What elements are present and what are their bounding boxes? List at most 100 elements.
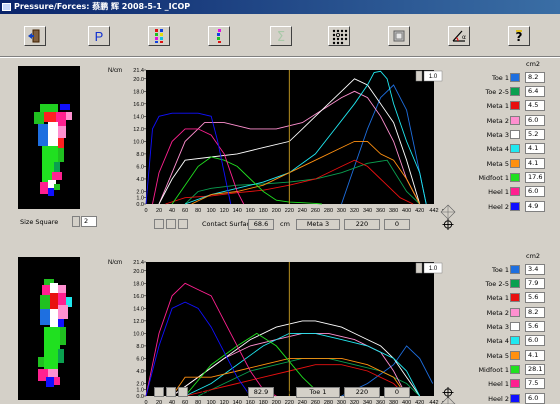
y-tick-label: 4.0 bbox=[136, 369, 144, 375]
zoom-icon[interactable] bbox=[166, 219, 176, 229]
legend-area-value: 3.4 bbox=[525, 264, 545, 275]
x-tick-label: 360 bbox=[376, 208, 385, 214]
y-tick-label: 10.0 bbox=[133, 139, 144, 145]
legend-color-swatch[interactable] bbox=[510, 308, 520, 317]
grid-icon[interactable] bbox=[154, 387, 164, 397]
legend-color-swatch[interactable] bbox=[510, 265, 520, 274]
hand-icon[interactable] bbox=[178, 387, 188, 397]
x-tick-label: 400 bbox=[402, 208, 411, 214]
crosshair-icon[interactable] bbox=[442, 387, 454, 398]
legend-color-swatch[interactable] bbox=[510, 144, 520, 153]
legend-row: Meta 5 4.1 bbox=[478, 350, 548, 361]
size-square-spinner[interactable] bbox=[72, 216, 80, 227]
legend-color-swatch[interactable] bbox=[510, 365, 520, 374]
x-tick-label: 0 bbox=[144, 208, 147, 214]
exit-door-icon bbox=[28, 29, 40, 43]
legend-color-swatch[interactable] bbox=[510, 159, 520, 168]
legend-color-swatch[interactable] bbox=[510, 293, 520, 302]
single-foot-button[interactable] bbox=[208, 26, 230, 46]
legend-region-name: Meta 3 bbox=[486, 131, 509, 139]
foot-pressure-map-top bbox=[18, 66, 80, 209]
x-tick-label: 0 bbox=[144, 400, 147, 404]
y-axis-label: N/cm bbox=[108, 68, 122, 74]
legend-color-swatch[interactable] bbox=[510, 351, 520, 360]
legend-row: Meta 1 4.5 bbox=[478, 100, 548, 111]
x-tick-label: 380 bbox=[389, 208, 398, 214]
frame-button[interactable] bbox=[388, 26, 410, 46]
svg-text:Σ: Σ bbox=[277, 30, 285, 45]
legend-color-swatch[interactable] bbox=[510, 73, 520, 82]
both-feet-button[interactable] bbox=[148, 26, 170, 46]
x-tick-label: 320 bbox=[350, 208, 359, 214]
legend-row: Meta 2 6.0 bbox=[478, 115, 548, 126]
crosshair-icon[interactable] bbox=[442, 219, 454, 230]
sensor-grid-button[interactable] bbox=[328, 26, 350, 46]
legend-row: Toe 2-5 7.9 bbox=[478, 278, 548, 289]
chart-svg-top: N/cm0.01.02.04.06.08.010.012.014.016.018… bbox=[108, 68, 456, 220]
y-tick-label: 12.0 bbox=[133, 319, 144, 325]
x-tick-label: 100 bbox=[207, 208, 216, 214]
sum-button[interactable]: Σ bbox=[270, 26, 292, 46]
contact-surface-unit: cm bbox=[280, 388, 290, 396]
x-tick-label: 442 bbox=[429, 208, 438, 214]
y-axis-label: N/cm bbox=[108, 260, 122, 266]
scale-spinner[interactable] bbox=[415, 262, 423, 274]
legend-row: Toe 1 3.4 bbox=[478, 264, 548, 275]
legend-color-swatch[interactable] bbox=[510, 116, 520, 125]
x-tick-label: 60 bbox=[182, 208, 188, 214]
legend-color-swatch[interactable] bbox=[510, 394, 520, 403]
contact-surface-label: Contact Surface bbox=[202, 220, 255, 228]
legend-row: Meta 4 6.0 bbox=[478, 335, 548, 346]
x-tick-label: 20 bbox=[156, 208, 162, 214]
legend-color-swatch[interactable] bbox=[510, 101, 520, 110]
legend-color-swatch[interactable] bbox=[510, 322, 520, 331]
y-tick-label: 14.0 bbox=[133, 306, 144, 312]
legend-area-value: 5.6 bbox=[525, 292, 545, 303]
exit-button[interactable] bbox=[24, 26, 46, 46]
y-tick-label: 6.0 bbox=[136, 164, 144, 170]
x-tick-label: 140 bbox=[233, 400, 242, 404]
x-tick-label: 380 bbox=[389, 400, 398, 404]
zoom-icon[interactable] bbox=[166, 387, 176, 397]
x-tick-label: 260 bbox=[311, 400, 320, 404]
legend-color-swatch[interactable] bbox=[510, 202, 520, 211]
x-tick-label: 320 bbox=[350, 400, 359, 404]
scale-spinner[interactable] bbox=[415, 70, 423, 82]
grid-icon[interactable] bbox=[154, 219, 164, 229]
legend-color-swatch[interactable] bbox=[510, 187, 520, 196]
legend-unit: cm2 bbox=[526, 252, 541, 260]
legend-color-swatch[interactable] bbox=[510, 279, 520, 288]
x-tick-label: 160 bbox=[246, 208, 255, 214]
cursor-region: Meta 3 bbox=[296, 219, 340, 230]
legend-area-value: 5.2 bbox=[525, 129, 545, 140]
legend-region-name: Meta 4 bbox=[486, 337, 509, 345]
y-tick-label: 20.0 bbox=[133, 269, 144, 275]
x-tick-label: 220 bbox=[285, 400, 294, 404]
square-frame-icon bbox=[393, 30, 405, 42]
legend-region-name: Meta 2 bbox=[486, 117, 509, 125]
status-bar-bottom: Contact Surface 82.9 cm Toe 1 220 0 bbox=[150, 387, 470, 399]
print-button[interactable]: P bbox=[88, 26, 110, 46]
size-square-input[interactable]: 2 bbox=[81, 216, 97, 227]
legend-region-name: Heel 1 bbox=[488, 380, 509, 388]
help-button[interactable]: ? bbox=[508, 26, 530, 46]
angle-icon: α bbox=[452, 30, 466, 42]
x-tick-label: 260 bbox=[311, 208, 320, 214]
legend-color-swatch[interactable] bbox=[510, 87, 520, 96]
angle-button[interactable]: α bbox=[448, 26, 470, 46]
hand-icon[interactable] bbox=[178, 219, 188, 229]
svg-text:?: ? bbox=[516, 30, 523, 44]
legend-color-swatch[interactable] bbox=[510, 379, 520, 388]
legend-area-value: 17.6 bbox=[525, 172, 545, 183]
legend-color-swatch[interactable] bbox=[510, 336, 520, 345]
scale-value: 1.0 bbox=[429, 266, 438, 272]
cursor-time: 220 bbox=[344, 219, 380, 230]
x-tick-label: 420 bbox=[415, 400, 424, 404]
legend-color-swatch[interactable] bbox=[510, 173, 520, 182]
x-tick-label: 420 bbox=[415, 208, 424, 214]
contact-surface-value: 68.6 bbox=[248, 219, 274, 230]
legend-area-value: 4.1 bbox=[525, 158, 545, 169]
x-tick-label: 160 bbox=[246, 400, 255, 404]
legend-color-swatch[interactable] bbox=[510, 130, 520, 139]
chart-svg-bottom: N/cm0.01.02.04.06.08.010.012.014.016.018… bbox=[108, 260, 456, 404]
